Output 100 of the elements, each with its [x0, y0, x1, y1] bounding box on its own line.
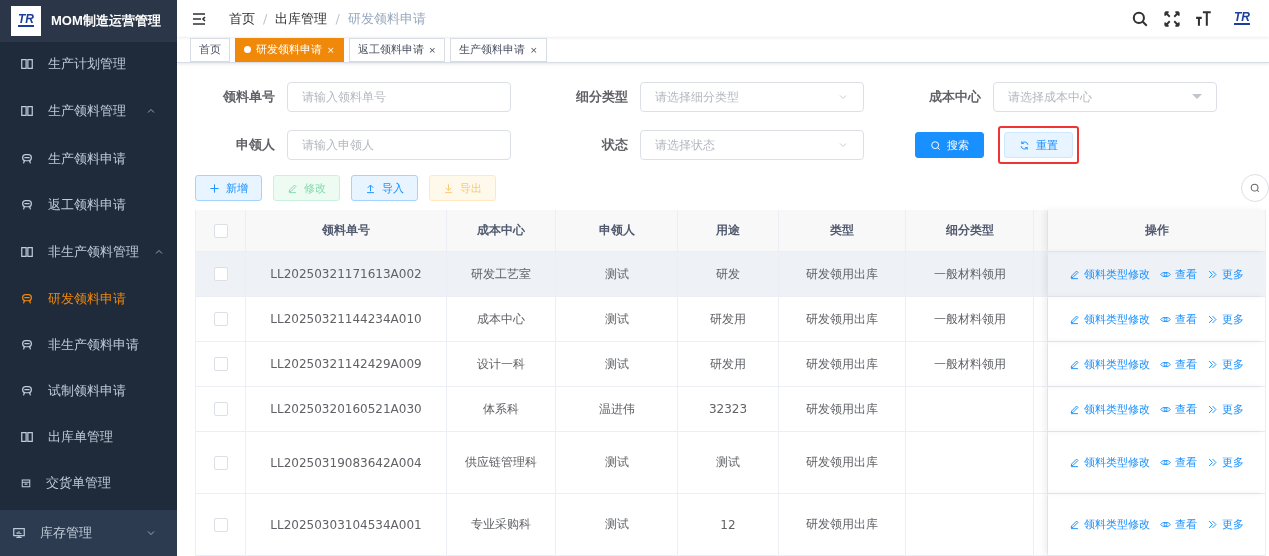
checkbox[interactable] [213, 455, 228, 470]
page-tab[interactable]: 返工领料申请 × [348, 37, 446, 62]
double-chevron-icon [1207, 457, 1218, 468]
table-cell: 研发用 [710, 310, 746, 328]
search-icon [1249, 182, 1261, 194]
action-link[interactable]: 查看 [1160, 266, 1197, 282]
action-link[interactable]: 更多 [1207, 311, 1244, 327]
checkbox[interactable] [213, 357, 228, 371]
breadcrumb-item[interactable]: 首页 [229, 9, 255, 28]
eye-icon [1160, 457, 1171, 468]
eye-icon [1160, 519, 1171, 530]
action-link[interactable]: 领料类型修改 [1069, 311, 1150, 327]
action-link[interactable]: 更多 [1207, 401, 1244, 417]
field-label: 细分类型 [575, 88, 628, 106]
reset-button[interactable]: 重置 [1004, 132, 1073, 158]
action-link[interactable]: 查看 [1160, 401, 1197, 417]
action-link[interactable]: 领料类型修改 [1069, 455, 1150, 470]
action-link[interactable]: 更多 [1207, 266, 1244, 282]
search-button[interactable]: 搜索 [915, 132, 984, 158]
action-link[interactable]: 领料类型修改 [1069, 517, 1150, 532]
app-title: MOM制造运营管理 [51, 11, 161, 30]
refresh-icon [1019, 139, 1030, 151]
sidebar-item[interactable]: 生产计划管理 [0, 41, 177, 86]
close-icon[interactable]: × [327, 44, 335, 55]
action-link[interactable]: 领料类型修改 [1069, 266, 1150, 282]
table-cell: 12 [720, 517, 736, 532]
table-row[interactable]: LL20250319083642A004 供应链管理科 测试 测试 研发领用出库 领料类型修改 查看 更多 [196, 432, 1266, 494]
table-row[interactable]: LL20250303104534A001 专业采购科 测试 12 研发领用出库 领料类型修改 查看 更多 [196, 494, 1266, 556]
sidebar-item[interactable]: 研发领料申请 [0, 275, 177, 322]
robot-icon [20, 291, 34, 306]
monitor-icon [12, 525, 26, 540]
table-row[interactable]: LL20250321171613A002 研发工艺室 测试 研发 研发领用出库 一般材料领用 领料类型修改 查看 更多 [196, 252, 1266, 297]
double-chevron-icon [1207, 358, 1218, 370]
page-tab[interactable]: 生产领料申请 × [450, 37, 547, 62]
table-cell: LL20250321171613A002 [270, 267, 422, 281]
close-icon[interactable]: × [530, 44, 538, 55]
page-tab[interactable]: 首页 [190, 37, 230, 62]
field-label: 领料单号 [221, 88, 275, 106]
checkbox[interactable] [213, 223, 228, 238]
search-icon [930, 139, 941, 151]
page-tab[interactable]: 研发领料申请 × [235, 37, 344, 62]
action-link[interactable]: 更多 [1207, 517, 1244, 532]
book-icon [20, 56, 34, 71]
action-link[interactable]: 领料类型修改 [1069, 356, 1150, 372]
field-label: 成本中心 [928, 88, 981, 106]
sidebar-item[interactable]: 非生产领料申请 [0, 321, 177, 368]
toolbar-button[interactable]: 导入 [351, 175, 418, 201]
table-cell: 专业采购科 [471, 516, 531, 533]
caret-icon [1192, 94, 1202, 100]
action-link[interactable]: 领料类型修改 [1069, 401, 1150, 417]
action-link[interactable]: 更多 [1207, 356, 1244, 372]
breadcrumb-separator: / [335, 11, 340, 27]
action-link[interactable]: 查看 [1160, 517, 1197, 532]
table-row[interactable]: LL20250321144234A010 成本中心 测试 研发用 研发领用出库 一般材料领用 领料类型修改 查看 更多 [196, 297, 1266, 342]
robot-icon [20, 151, 34, 166]
action-link[interactable]: 更多 [1207, 455, 1244, 470]
toolbar-button[interactable]: 新增 [195, 175, 262, 201]
input-field[interactable]: 请输入申领人 [287, 130, 511, 160]
sidebar-item[interactable]: 返工领料申请 [0, 181, 177, 228]
input-field[interactable]: 请输入领料单号 [287, 82, 511, 112]
column-header: 申领人 [556, 210, 678, 251]
font-size-icon [1195, 9, 1213, 28]
column-header: 用途 [678, 210, 779, 251]
action-link[interactable]: 查看 [1160, 311, 1197, 327]
double-chevron-icon [1207, 403, 1218, 415]
robot-icon [20, 337, 34, 352]
search-icon [1131, 9, 1149, 28]
breadcrumb-separator: / [263, 11, 268, 27]
action-link[interactable]: 查看 [1160, 455, 1197, 470]
column-header: 类型 [779, 210, 906, 251]
table-row[interactable]: LL20250320160521A030 体系科 温进伟 32323 研发领用出库 领料类型修改 查看 更多 [196, 387, 1266, 432]
select-field[interactable]: 请选择状态 [640, 130, 864, 160]
table-row[interactable]: LL20250321142429A009 设计一科 测试 研发用 研发领用出库 一般材料领用 领料类型修改 查看 更多 [196, 342, 1266, 387]
table-cell: 研发领用出库 [806, 454, 878, 471]
table-cell: 测试 [716, 454, 740, 471]
sidebar-item[interactable]: 生产领料管理 [0, 85, 177, 136]
sidebar-item[interactable]: 试制领料申请 [0, 367, 177, 414]
breadcrumb-item[interactable]: 出库管理 [275, 9, 328, 28]
checkbox[interactable] [213, 312, 228, 326]
select-field[interactable]: 请选择细分类型 [640, 82, 864, 112]
close-icon[interactable]: × [428, 44, 437, 55]
sidebar-section[interactable]: 库存管理 [0, 509, 177, 556]
column-header: 细分类型 [906, 210, 1034, 251]
select-field[interactable]: 请选择成本中心 [993, 82, 1217, 112]
calendar-icon [20, 476, 32, 489]
checkbox[interactable] [213, 517, 228, 532]
table-cell: 研发领用出库 [806, 355, 878, 373]
pencil-icon [1069, 358, 1080, 370]
sidebar-item[interactable]: 出库单管理 [0, 413, 177, 460]
pencil-icon [1069, 519, 1080, 530]
table-cell: 体系科 [483, 400, 519, 418]
sidebar-item[interactable]: 交货单管理 [0, 459, 177, 506]
checkbox[interactable] [213, 402, 228, 416]
sidebar-item[interactable]: 非生产领料管理 [0, 227, 177, 276]
robot-icon [20, 383, 34, 398]
checkbox[interactable] [213, 267, 228, 281]
sidebar-item[interactable]: 生产领料申请 [0, 135, 177, 182]
action-link[interactable]: 查看 [1160, 356, 1197, 372]
column-header: 操作 [1144, 222, 1169, 239]
table-cell: 研发 [716, 265, 740, 283]
